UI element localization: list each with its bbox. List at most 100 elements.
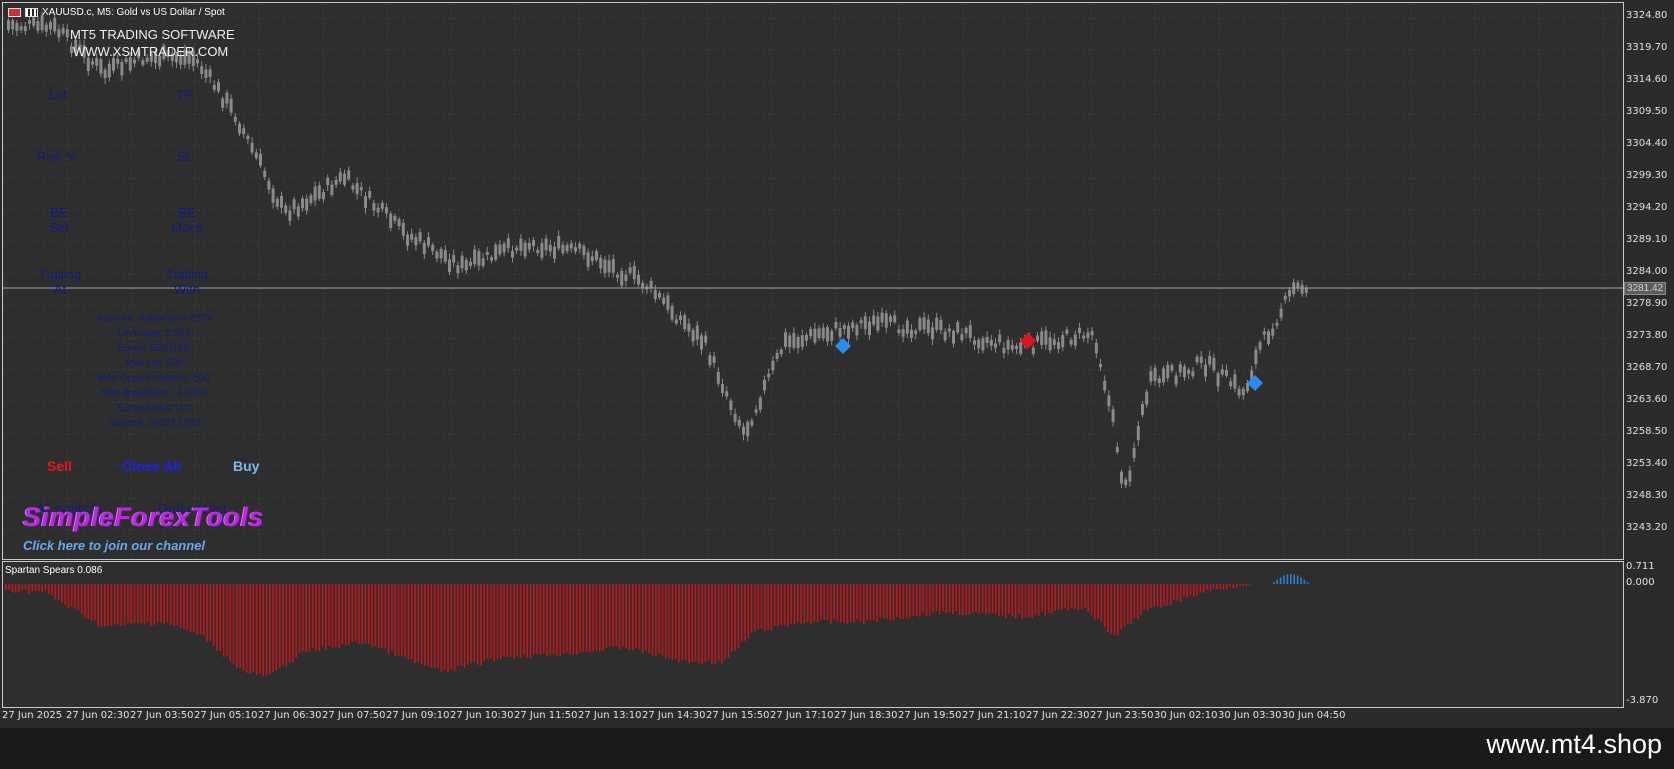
histogram-bar-negative: [212, 584, 215, 647]
trade-panel-icon[interactable]: [25, 8, 38, 17]
candle-body: [716, 371, 720, 384]
candle-body: [792, 332, 796, 348]
lot-label[interactable]: Lot: [49, 87, 67, 102]
candle-body: [1262, 331, 1266, 335]
price-axis-label: 3304.40: [1626, 138, 1668, 149]
candle-body: [1157, 378, 1161, 384]
candle-body: [1300, 284, 1304, 294]
candle-body: [1073, 334, 1077, 346]
histogram-bar-negative: [1004, 584, 1007, 619]
histogram-bar-negative: [1153, 584, 1155, 607]
histogram-bar-negative: [962, 584, 964, 616]
histogram-bar-negative: [589, 584, 591, 653]
histogram-bar-negative: [1074, 584, 1076, 610]
histogram-bar-negative: [140, 584, 142, 624]
histogram-bar-positive: [1303, 579, 1306, 584]
histogram-bar-negative: [641, 584, 644, 654]
histogram-bar-negative: [783, 584, 786, 626]
histogram-bar-negative: [519, 584, 522, 658]
histogram-bar-negative: [137, 584, 139, 624]
histogram-bar-negative: [1136, 584, 1139, 620]
histogram-bar-negative: [117, 584, 119, 625]
histogram-bar-negative: [1130, 584, 1132, 624]
candle-body: [914, 330, 918, 334]
candle-body: [401, 222, 405, 236]
candle-body: [872, 315, 876, 325]
histogram-bar-negative: [740, 584, 743, 642]
sell-button[interactable]: Sell: [47, 458, 72, 474]
histogram-bar-negative: [166, 584, 169, 623]
histogram-bar-negative: [21, 584, 24, 591]
histogram-bar-negative: [866, 584, 868, 621]
candle-body: [385, 207, 388, 214]
histogram-bar-negative: [437, 584, 439, 668]
histogram-bar-negative: [628, 584, 631, 650]
histogram-bar-negative: [113, 584, 116, 625]
histogram-bar-negative: [397, 584, 400, 657]
candle-body: [393, 215, 397, 221]
histogram-bar-negative: [622, 584, 624, 647]
histogram-bar-negative: [338, 584, 340, 649]
histogram-bar-negative: [754, 584, 756, 632]
price-axis-label: 3314.60: [1626, 74, 1668, 85]
histogram-bar-negative: [364, 584, 367, 644]
histogram-bar-negative: [552, 584, 555, 656]
histogram-bar-negative: [265, 584, 268, 676]
candle-body: [410, 233, 414, 240]
histogram-bar-negative: [1014, 584, 1017, 619]
histogram-bar-negative: [599, 584, 601, 652]
histogram-bar-negative: [490, 584, 492, 659]
candle-body: [998, 334, 1002, 343]
histogram-bar-negative: [476, 584, 479, 665]
be-move-label[interactable]: BE Move: [168, 205, 206, 235]
histogram-bar-negative: [94, 584, 96, 621]
candle-body: [1283, 295, 1287, 300]
histogram-bar-negative: [321, 584, 324, 647]
be-set-label[interactable]: BE Set: [44, 205, 74, 235]
trailing-with-label[interactable]: Trailing With: [162, 267, 212, 297]
histogram-bar-negative: [826, 584, 829, 620]
candle-body: [217, 82, 220, 92]
deposit-line: Deposit: 10037 USD: [108, 418, 200, 429]
candle-body: [582, 245, 586, 256]
sl-label[interactable]: SL: [177, 149, 193, 164]
histogram-bar-negative: [410, 584, 413, 660]
candle-body: [1120, 471, 1123, 484]
buy-button[interactable]: Buy: [233, 458, 259, 474]
histogram-bar-negative: [602, 584, 604, 651]
price-axis-label: 3284.00: [1626, 266, 1668, 277]
histogram-bar-negative: [582, 584, 585, 652]
histogram-bar-negative: [470, 584, 472, 664]
histogram-bar-negative: [473, 584, 476, 663]
indicator-pane[interactable]: [2, 561, 1624, 708]
brand-logo[interactable]: SimpleForexTools: [23, 502, 264, 533]
histogram-bar-negative: [1160, 584, 1162, 608]
histogram-bar-negative: [358, 584, 360, 644]
candle-body: [683, 315, 687, 330]
histogram-bar-negative: [889, 584, 891, 620]
histogram-bar-negative: [764, 584, 766, 632]
tp-label[interactable]: TP: [176, 87, 193, 102]
histogram-bar-negative: [311, 584, 314, 649]
join-channel-link[interactable]: Click here to join our channel: [23, 538, 205, 553]
candle-body: [326, 177, 330, 186]
close-all-button[interactable]: Close All: [122, 458, 181, 474]
histogram-bar-negative: [318, 584, 321, 651]
histogram-bar-negative: [308, 584, 311, 652]
candle-body: [884, 313, 888, 328]
candle-body: [1149, 371, 1153, 382]
candle-body: [1162, 368, 1165, 383]
histogram-bar-negative: [387, 584, 390, 655]
candle-body: [452, 255, 456, 263]
candle-body: [519, 238, 523, 251]
histogram-bar-negative: [704, 584, 707, 662]
histogram-bar-negative: [569, 584, 571, 655]
histogram-bar-negative: [193, 584, 195, 633]
trailing-at-label[interactable]: Trailing At: [37, 267, 83, 297]
histogram-bar-negative: [1057, 584, 1060, 611]
risk-label[interactable]: Risk %: [37, 149, 77, 164]
price-chart-pane[interactable]: [2, 2, 1624, 560]
chart-type-icon[interactable]: [8, 8, 21, 17]
candle-body: [414, 237, 418, 246]
histogram-bar-negative: [183, 584, 185, 630]
